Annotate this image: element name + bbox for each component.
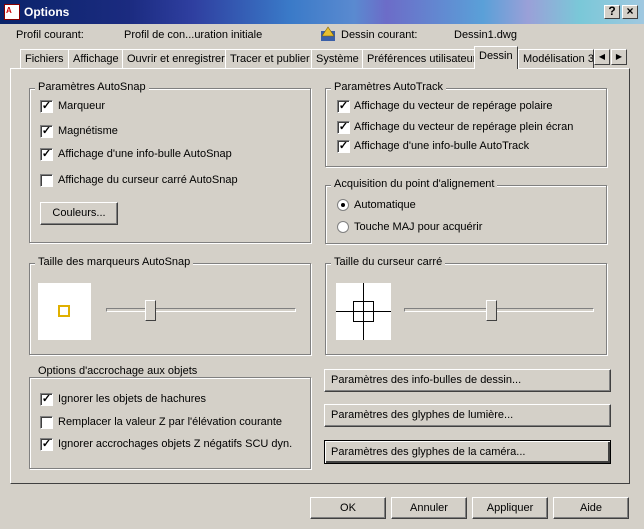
- marker-size-slider[interactable]: [106, 308, 296, 312]
- help-titlebar-button[interactable]: ?: [604, 5, 620, 19]
- tab-scroll-left-button[interactable]: ◀: [594, 49, 610, 65]
- tab-scroll-right-button[interactable]: ▶: [611, 49, 627, 65]
- magnetisme-checkbox[interactable]: ✓: [40, 125, 53, 138]
- apply-button[interactable]: Appliquer: [472, 497, 548, 519]
- ignore-hatch-checkbox[interactable]: ✓: [40, 393, 53, 406]
- drawing-icon: [320, 26, 336, 42]
- fullscreen-tracking-vector-label: Affichage du vecteur de repérage plein é…: [354, 121, 574, 133]
- tab-systeme[interactable]: Système: [311, 49, 364, 68]
- tab-dessin[interactable]: Dessin: [474, 46, 518, 69]
- tab-modelisation-3d[interactable]: Modélisation 3D: [518, 49, 594, 68]
- automatic-label: Automatique: [354, 199, 416, 211]
- tab-preferences-utilisateur[interactable]: Préférences utilisateur: [362, 49, 482, 68]
- marqueur-checkbox[interactable]: ✓: [40, 100, 53, 113]
- marqueur-label: Marqueur: [58, 100, 106, 112]
- crosshair-cursor-icon: [336, 283, 391, 340]
- window-title: Options: [24, 5, 70, 19]
- autotrack-tooltip-checkbox[interactable]: ✓: [337, 140, 350, 153]
- automatic-radio[interactable]: [337, 199, 349, 211]
- replace-z-checkbox[interactable]: [40, 416, 53, 429]
- polar-tracking-vector-label: Affichage du vecteur de repérage polaire: [354, 100, 553, 112]
- cursor-size-title: Taille du curseur carré: [331, 256, 446, 268]
- cursor-size-slider[interactable]: [404, 308, 594, 312]
- app-icon-letter: A: [6, 6, 12, 15]
- cursor-preview: [336, 283, 391, 340]
- alignment-acquisition-title: Acquisition du point d'alignement: [331, 178, 498, 190]
- autosnap-square-cursor-label: Affichage du curseur carré AutoSnap: [58, 174, 238, 186]
- drawing-current-label: Dessin courant:: [341, 29, 418, 41]
- marker-size-slider-thumb[interactable]: [145, 300, 157, 321]
- magnetisme-label: Magnétisme: [58, 125, 118, 137]
- ignore-negative-z-checkbox[interactable]: ✓: [40, 438, 53, 451]
- shift-to-acquire-label: Touche MAJ pour acquérir: [354, 221, 483, 233]
- help-button[interactable]: Aide: [553, 497, 629, 519]
- camera-glyph-settings-button[interactable]: Paramètres des glyphes de la caméra...: [324, 440, 611, 464]
- tab-affichage[interactable]: Affichage: [68, 49, 124, 68]
- marker-square-icon: [58, 305, 70, 317]
- shift-to-acquire-radio[interactable]: [337, 221, 349, 233]
- cursor-size-slider-thumb[interactable]: [486, 300, 498, 321]
- light-glyph-settings-button[interactable]: Paramètres des glyphes de lumière...: [324, 404, 611, 427]
- autosnap-square-cursor-checkbox[interactable]: [40, 174, 53, 187]
- ok-button[interactable]: OK: [310, 497, 386, 519]
- autosnap-tooltip-label: Affichage d'une info-bulle AutoSnap: [58, 148, 232, 160]
- ignore-hatch-label: Ignorer les objets de hachures: [58, 393, 206, 405]
- autocad-app-icon: A: [4, 4, 20, 20]
- alignment-acquisition-group: [325, 185, 607, 244]
- autosnap-group-title: Paramètres AutoSnap: [35, 81, 149, 93]
- marker-size-title: Taille des marqueurs AutoSnap: [35, 256, 194, 268]
- fullscreen-tracking-vector-checkbox[interactable]: ✓: [337, 121, 350, 134]
- tab-tracer-publier[interactable]: Tracer et publier: [225, 49, 315, 68]
- replace-z-label: Remplacer la valeur Z par l'élévation co…: [58, 416, 283, 428]
- colors-button[interactable]: Couleurs...: [40, 202, 118, 225]
- tab-ouvrir-enregistrer[interactable]: Ouvrir et enregistrer: [122, 49, 230, 68]
- tab-fichiers[interactable]: Fichiers: [20, 49, 69, 68]
- profile-current-label: Profil courant:: [16, 29, 84, 41]
- polar-tracking-vector-checkbox[interactable]: ✓: [337, 100, 350, 113]
- autotrack-group-title: Paramètres AutoTrack: [331, 81, 447, 93]
- marker-preview: [38, 283, 91, 340]
- close-window-button[interactable]: ×: [622, 5, 638, 19]
- cancel-button[interactable]: Annuler: [391, 497, 467, 519]
- drawing-tooltip-settings-button[interactable]: Paramètres des info-bulles de dessin...: [324, 369, 611, 392]
- profile-current-value: Profil de con...uration initiale: [124, 29, 263, 41]
- autotrack-tooltip-label: Affichage d'une info-bulle AutoTrack: [354, 140, 530, 152]
- autosnap-tooltip-checkbox[interactable]: ✓: [40, 148, 53, 161]
- ignore-negative-z-label: Ignorer accrochages objets Z négatifs SC…: [58, 438, 293, 450]
- title-bar: [0, 0, 644, 24]
- drawing-current-value: Dessin1.dwg: [454, 29, 517, 41]
- object-snap-options-title: Options d'accrochage aux objets: [35, 365, 201, 377]
